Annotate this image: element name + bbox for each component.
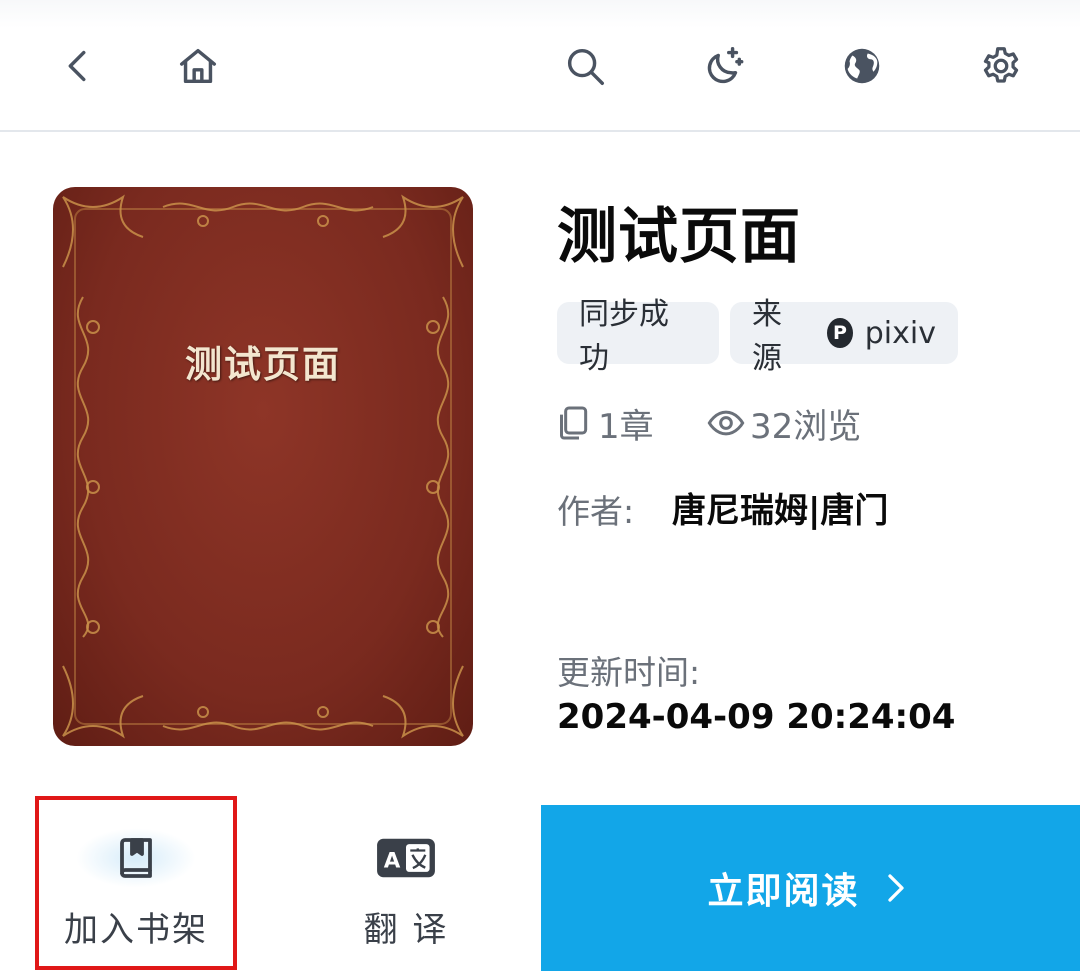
book-cover[interactable]: 测试页面 xyxy=(53,187,473,746)
svg-text:A: A xyxy=(384,849,401,874)
update-time-value: 2024-04-09 20:24:04 xyxy=(557,697,956,737)
language-button[interactable] xyxy=(830,34,894,98)
chapter-count: 1章 xyxy=(554,398,654,448)
settings-button[interactable] xyxy=(969,34,1033,98)
add-to-bookshelf-label: 加入书架 xyxy=(64,910,208,950)
translate-icon: A xyxy=(377,838,435,878)
top-bar xyxy=(0,0,1080,132)
night-mode-button[interactable] xyxy=(691,34,755,98)
back-button[interactable] xyxy=(46,34,110,98)
sync-status-label: 同步成功 xyxy=(579,297,669,376)
back-icon xyxy=(68,50,86,82)
add-to-bookshelf-button[interactable]: 加入书架 xyxy=(36,802,236,971)
translate-button[interactable]: A 翻 译 xyxy=(306,802,506,971)
view-count-label: 32浏览 xyxy=(750,406,862,447)
home-button[interactable] xyxy=(166,34,230,98)
chevron-right-icon xyxy=(887,874,904,902)
source-name: pixiv xyxy=(864,315,936,351)
search-button[interactable] xyxy=(553,34,617,98)
author-name[interactable]: 唐尼瑞姆|唐门 xyxy=(672,483,888,532)
pages-icon xyxy=(560,406,588,440)
chapter-count-label: 1章 xyxy=(598,406,654,447)
author-label: 作者: xyxy=(557,492,635,531)
eye-icon xyxy=(707,410,745,436)
translate-label: 翻 译 xyxy=(363,910,449,950)
pixiv-icon: P xyxy=(827,318,853,348)
search-icon xyxy=(567,48,604,85)
view-count: 32浏览 xyxy=(706,398,861,448)
read-now-label: 立即阅读 xyxy=(707,871,860,912)
update-time-label: 更新时间: xyxy=(557,653,701,692)
sync-status-chip[interactable]: 同步成功 xyxy=(557,297,719,376)
home-icon xyxy=(179,48,217,84)
cover-title: 测试页面 xyxy=(185,342,341,386)
source-chip[interactable]: 来源 P pixiv xyxy=(730,297,958,376)
cover-ornament-border xyxy=(62,194,464,739)
night-mode-icon xyxy=(707,47,744,84)
bookmark-book-icon xyxy=(120,838,152,878)
source-label: 来源 xyxy=(752,297,782,376)
read-now-button[interactable]: 立即阅读 xyxy=(541,805,1080,971)
book-title: 测试页面 xyxy=(557,202,801,272)
settings-icon xyxy=(983,47,1019,83)
globe-icon xyxy=(844,48,880,84)
